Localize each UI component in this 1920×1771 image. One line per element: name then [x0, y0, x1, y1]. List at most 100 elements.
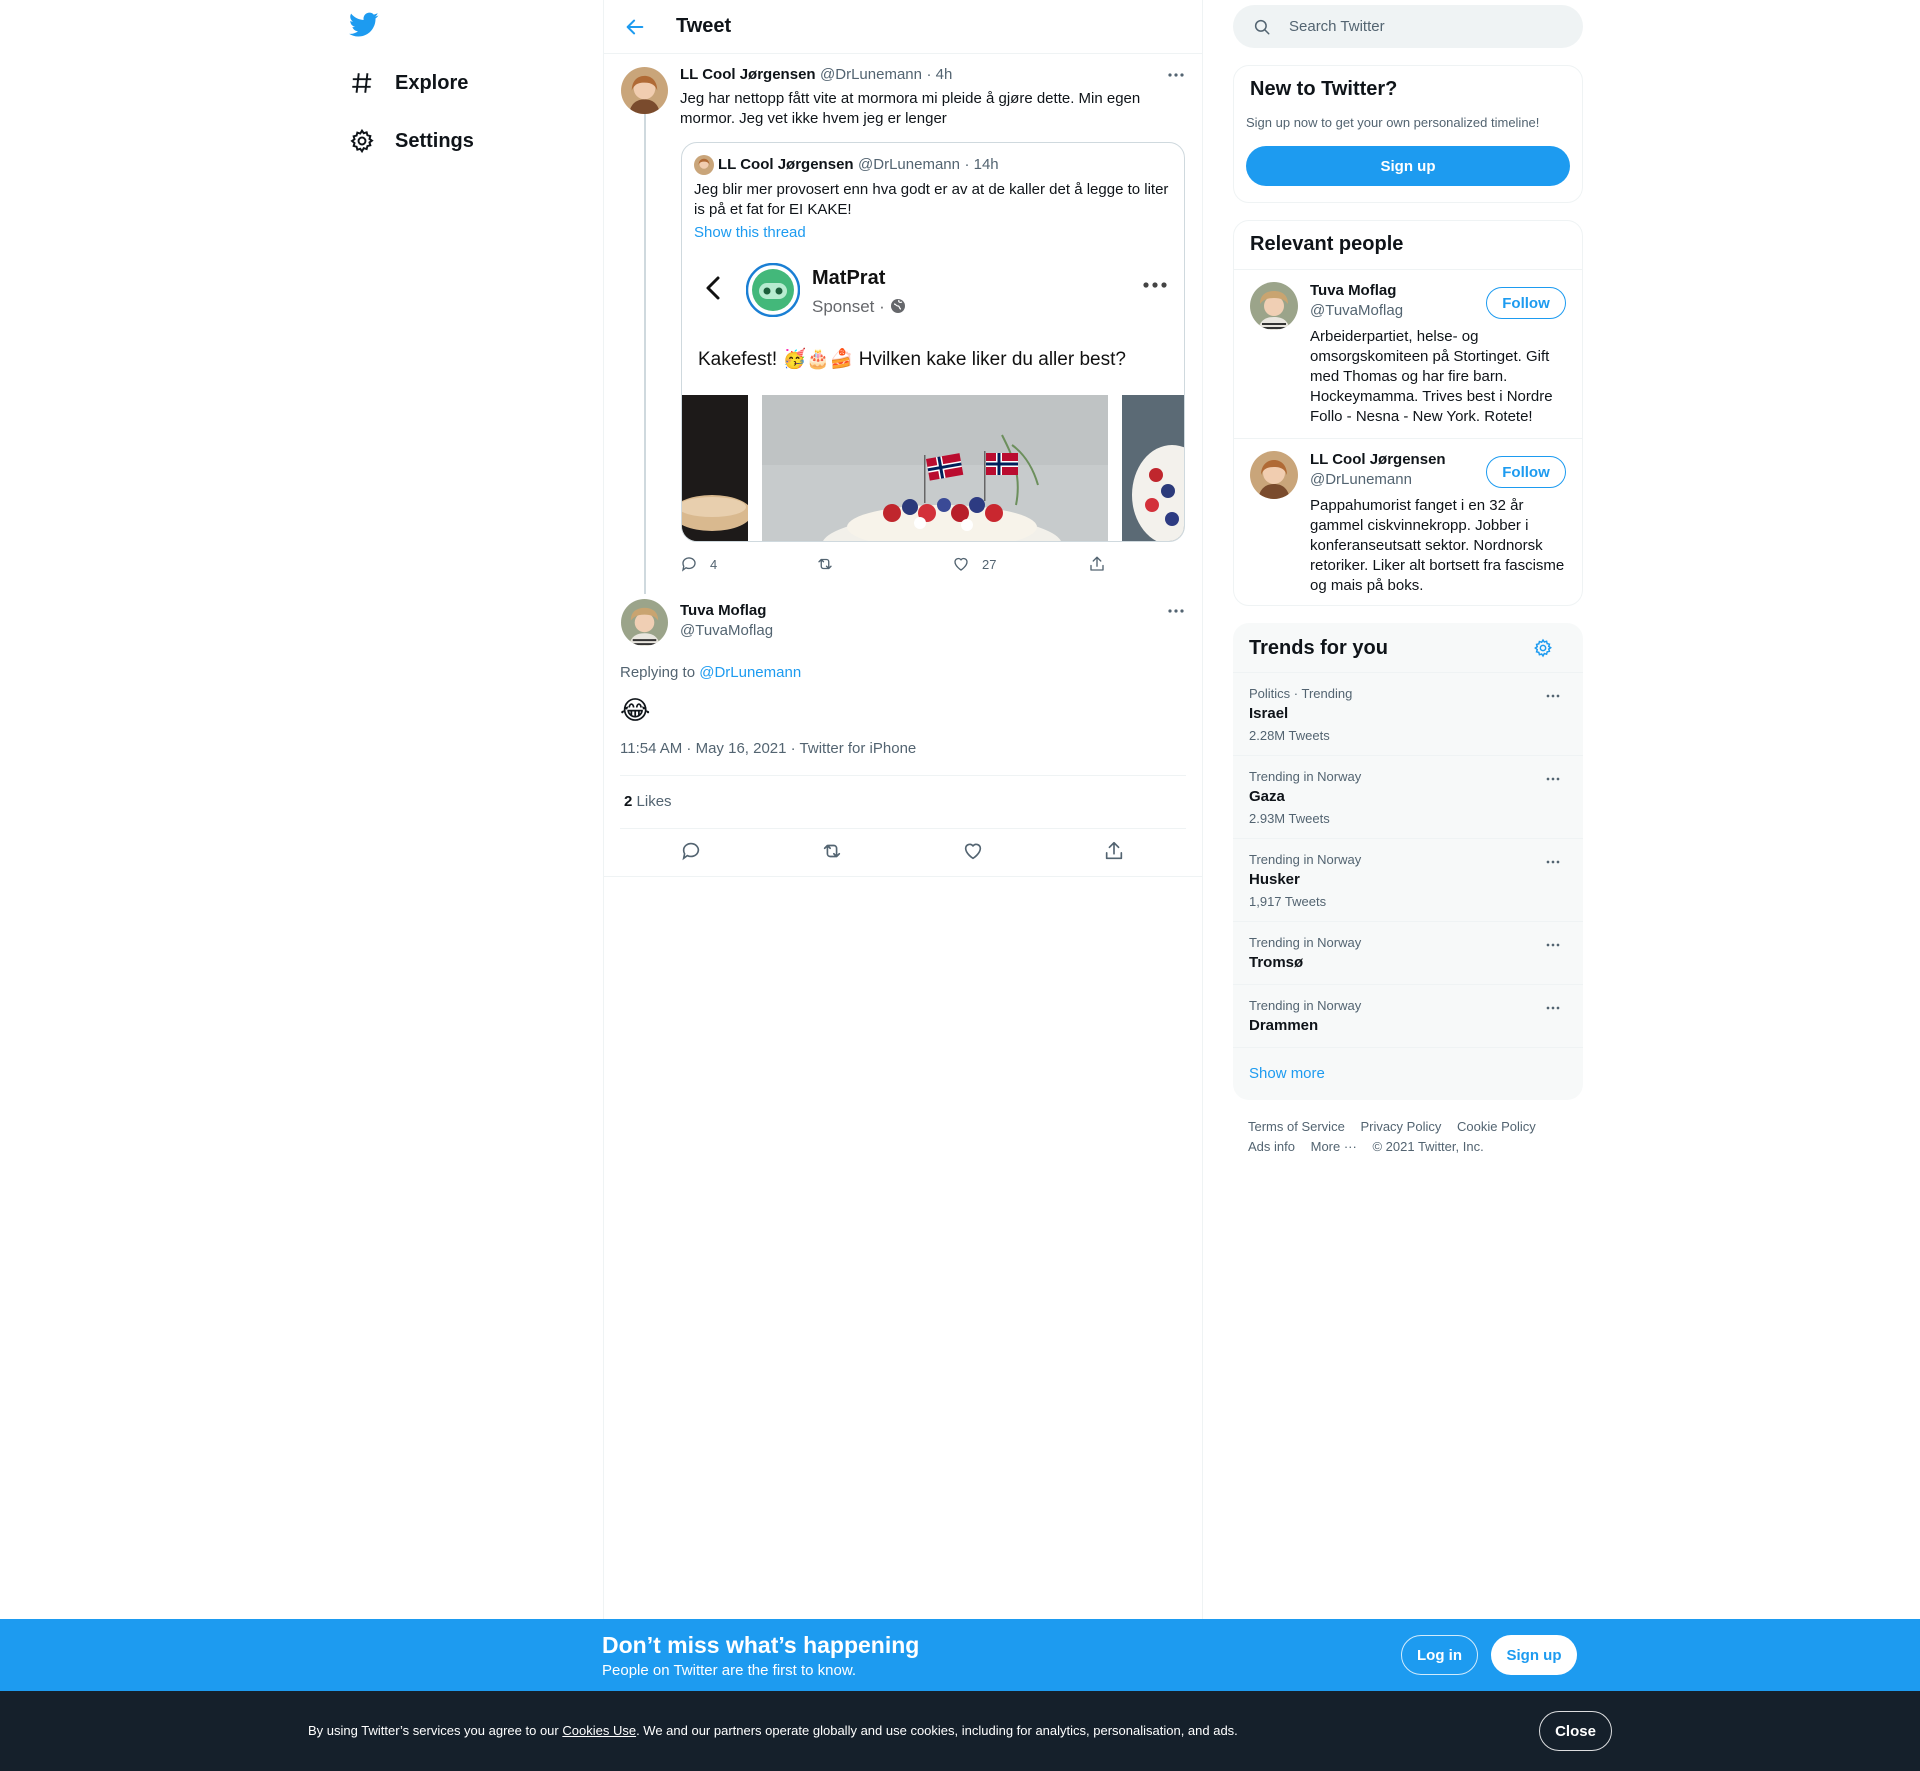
- more-options-icon[interactable]: [1164, 63, 1188, 87]
- person-item[interactable]: LL Cool Jørgensen @DrLunemann Follow Pap…: [1234, 438, 1582, 605]
- replying-to-handle-link[interactable]: @DrLunemann: [699, 664, 801, 681]
- hashtag-icon: [349, 70, 375, 96]
- avatar[interactable]: [1250, 451, 1298, 499]
- nav-settings[interactable]: Settings: [349, 121, 474, 161]
- footer-link[interactable]: Ads info: [1248, 1139, 1295, 1154]
- reply-button[interactable]: 4: [680, 555, 816, 573]
- footer-link[interactable]: Cookie Policy: [1457, 1119, 1536, 1134]
- trend-more-icon[interactable]: [1543, 769, 1563, 789]
- trend-item[interactable]: Trending in Norway Tromsø: [1233, 921, 1583, 984]
- avatar-tuvamoflag[interactable]: [621, 599, 668, 646]
- tweet-time[interactable]: · 4h: [926, 66, 952, 83]
- follow-button[interactable]: Follow: [1486, 456, 1566, 488]
- reply-icon: [680, 840, 702, 862]
- trend-context: Trending in Norway: [1249, 998, 1362, 1013]
- trends-card: Trends for you Politics · Trending Israe…: [1233, 623, 1583, 1100]
- trends-settings-gear-icon[interactable]: [1533, 638, 1553, 658]
- likes-label: Likes: [636, 793, 672, 810]
- trend-context: Trending in Norway: [1249, 935, 1362, 950]
- main-tweet-text: 😂: [620, 695, 651, 725]
- footer-link[interactable]: Terms of Service: [1248, 1119, 1345, 1134]
- show-more-link[interactable]: Show more: [1233, 1047, 1583, 1100]
- nav-explore[interactable]: Explore: [349, 63, 468, 103]
- main-more-options-icon[interactable]: [1164, 599, 1188, 623]
- main-like-button[interactable]: [962, 840, 1103, 862]
- main-author-handle[interactable]: @TuvaMoflag: [680, 622, 773, 639]
- trend-item[interactable]: Trending in Norway Drammen: [1233, 984, 1583, 1047]
- show-thread-link[interactable]: Show this thread: [694, 224, 806, 241]
- trend-more-icon[interactable]: [1543, 998, 1563, 1018]
- cookie-close-button[interactable]: Close: [1539, 1711, 1612, 1751]
- avatar-drlunemann[interactable]: [621, 67, 668, 114]
- footer-link[interactable]: More ···: [1311, 1139, 1357, 1154]
- cookie-suffix: . We and our partners operate globally a…: [636, 1723, 1238, 1738]
- cake-photo-left: [682, 395, 748, 541]
- log-in-button[interactable]: Log in: [1401, 1635, 1478, 1675]
- main-retweet-button[interactable]: [821, 840, 962, 862]
- relevant-people-card: Relevant people Tuva Moflag @TuvaMoflag …: [1233, 220, 1583, 606]
- back-arrow-icon[interactable]: [624, 16, 646, 38]
- main-reply-button[interactable]: [680, 840, 821, 862]
- trend-count: 2.28M Tweets: [1249, 728, 1330, 743]
- trend-context: Trending in Norway: [1249, 769, 1362, 784]
- author-handle[interactable]: @DrLunemann: [820, 66, 922, 83]
- new-to-twitter-card: New to Twitter? Sign up now to get your …: [1233, 65, 1583, 203]
- trend-name: Drammen: [1249, 1017, 1319, 1034]
- replying-to: Replying to @DrLunemann: [620, 664, 801, 681]
- heart-icon: [952, 555, 970, 573]
- nav-explore-label: Explore: [395, 71, 469, 94]
- cookies-use-link[interactable]: Cookies Use: [562, 1723, 636, 1738]
- retweet-button[interactable]: [816, 555, 952, 573]
- media-more-icon: [1142, 280, 1168, 290]
- heart-icon: [962, 840, 984, 862]
- tweet-timestamp[interactable]: 11:54 AM · May 16, 2021 · Twitter for iP…: [620, 740, 916, 757]
- gear-icon: [349, 128, 375, 154]
- like-button[interactable]: 27: [952, 555, 1088, 573]
- trend-item[interactable]: Trending in Norway Husker 1,917 Tweets: [1233, 838, 1583, 921]
- nav-settings-label: Settings: [395, 129, 474, 152]
- trend-more-icon[interactable]: [1543, 686, 1563, 706]
- person-name[interactable]: LL Cool Jørgensen: [1310, 451, 1446, 468]
- avatar[interactable]: [1250, 282, 1298, 330]
- person-handle[interactable]: @DrLunemann: [1310, 471, 1412, 488]
- globe-icon: [890, 298, 906, 314]
- promo-sign-up-button[interactable]: Sign up: [1491, 1635, 1577, 1675]
- parent-tweet-header: LL Cool Jørgensen @DrLunemann · 4h: [680, 66, 952, 84]
- trends-title: Trends for you: [1249, 637, 1388, 659]
- follow-button[interactable]: Follow: [1486, 287, 1566, 319]
- share-button[interactable]: [1088, 555, 1106, 573]
- search-input[interactable]: [1289, 5, 1569, 48]
- trend-item[interactable]: Politics · Trending Israel 2.28M Tweets: [1233, 672, 1583, 755]
- divider: [620, 828, 1186, 829]
- author-name[interactable]: LL Cool Jørgensen: [680, 66, 816, 83]
- left-nav: Explore Settings: [335, 0, 585, 200]
- quoted-tweet[interactable]: LL Cool Jørgensen @DrLunemann · 14h Jeg …: [681, 142, 1185, 542]
- page-title: Tweet: [676, 15, 732, 37]
- quote-media-image[interactable]: MatPrat Sponset · Kakefest! 🥳🎂🍰 Hvilken …: [682, 255, 1184, 541]
- parent-tweet-actions: 4 27: [680, 555, 1106, 573]
- sign-up-button[interactable]: Sign up: [1246, 146, 1570, 186]
- trend-count: 2.93M Tweets: [1249, 811, 1330, 826]
- promo-title: Don’t miss what’s happening: [602, 1632, 920, 1658]
- new-to-twitter-subtitle: Sign up now to get your own personalized…: [1246, 115, 1540, 130]
- chevron-left-icon: [702, 275, 724, 301]
- promo-subtitle: People on Twitter are the first to know.: [602, 1662, 857, 1679]
- person-bio: Arbeiderpartiet, helse- og omsorgskomite…: [1310, 328, 1553, 425]
- twitter-logo-icon[interactable]: [349, 12, 379, 38]
- trend-context: Trending in Norway: [1249, 852, 1362, 867]
- signup-promo-bar: Don’t miss what’s happening People on Tw…: [0, 1619, 1920, 1691]
- likes-summary[interactable]: 2 Likes: [624, 793, 672, 810]
- person-item[interactable]: Tuva Moflag @TuvaMoflag Follow Arbeiderp…: [1234, 269, 1582, 438]
- trend-item[interactable]: Trending in Norway Gaza 2.93M Tweets: [1233, 755, 1583, 838]
- main-author-name[interactable]: Tuva Moflag: [680, 602, 766, 619]
- trend-more-icon[interactable]: [1543, 935, 1563, 955]
- search-box: [1233, 5, 1583, 48]
- person-handle[interactable]: @TuvaMoflag: [1310, 302, 1403, 319]
- quote-time: · 14h: [964, 156, 999, 173]
- main-share-button[interactable]: [1103, 840, 1125, 862]
- footer-link[interactable]: Privacy Policy: [1360, 1119, 1441, 1134]
- trend-more-icon[interactable]: [1543, 852, 1563, 872]
- person-name[interactable]: Tuva Moflag: [1310, 282, 1396, 299]
- media-post-text: Kakefest! 🥳🎂🍰 Hvilken kake liker du alle…: [698, 349, 1126, 370]
- footer-copyright: © 2021 Twitter, Inc.: [1372, 1139, 1484, 1154]
